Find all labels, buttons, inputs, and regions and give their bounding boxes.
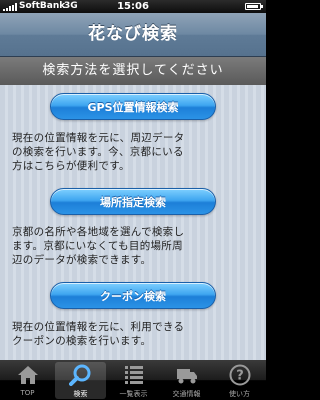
tab-bar: TOP 検索 一覧表示 交通情報 ? 使い方 (0, 360, 266, 400)
question-icon: ? (229, 364, 251, 386)
tab-label: 使い方 (229, 390, 250, 398)
app-screen: SoftBank 3G 15:06 花なび検索 検索方法を選択してください GP… (0, 0, 266, 400)
tab-top[interactable]: TOP (2, 362, 53, 399)
section-header: 検索方法を選択してください (0, 57, 266, 85)
description-line: 現在の位置情報を元に、利用できる (12, 321, 185, 333)
svg-text:?: ? (236, 369, 244, 384)
tab-label: 交通情報 (172, 390, 201, 398)
description-line: 方はこちらが便利です。 (12, 160, 130, 172)
tab-help[interactable]: ? 使い方 (214, 362, 265, 399)
description-line: 現在の位置情報を元に、周辺データ (12, 132, 185, 144)
truck-icon (177, 369, 197, 384)
place-search-button[interactable]: 場所指定検索 (50, 188, 216, 215)
tab-label: TOP (20, 389, 35, 397)
place-search-description: 京都の名所や各地域を選んで検索し ます。京都にいなくても目的場所周 辺のデータが… (12, 225, 257, 267)
description-line: 辺のデータが検索できます。 (12, 254, 152, 266)
magnifier-icon (69, 364, 91, 386)
gps-search-description: 現在の位置情報を元に、周辺データ の検索を行います。今、京都にいる 方はこちらが… (12, 131, 257, 173)
description-line: 京都の名所や各地域を選んで検索し (12, 226, 185, 238)
coupon-search-description: 現在の位置情報を元に、利用できる クーポンの検索を行います。 (12, 320, 257, 348)
tab-list[interactable]: 一覧表示 (108, 362, 159, 399)
coupon-search-button[interactable]: クーポン検索 (50, 282, 216, 309)
page-title: 花なび検索 (88, 24, 178, 44)
battery-icon (245, 3, 263, 10)
home-icon (18, 366, 38, 384)
description-line: の検索を行います。今、京都にいる (12, 146, 184, 158)
tab-transit[interactable]: 交通情報 (161, 362, 212, 399)
tab-label: 検索 (73, 390, 88, 398)
status-bar: SoftBank 3G 15:06 (0, 0, 266, 13)
status-time: 15:06 (117, 1, 149, 12)
tab-search[interactable]: 検索 (55, 362, 106, 399)
description-line: ます。京都にいなくても目的場所周 (12, 240, 183, 252)
navigation-bar: 花なび検索 (0, 13, 266, 57)
description-line: クーポンの検索を行います。 (12, 335, 152, 347)
gps-search-button[interactable]: GPS位置情報検索 (50, 93, 216, 120)
list-icon (125, 366, 143, 384)
search-method-list: GPS位置情報検索 現在の位置情報を元に、周辺データ の検索を行います。今、京都… (0, 85, 266, 360)
tab-label: 一覧表示 (119, 390, 148, 398)
